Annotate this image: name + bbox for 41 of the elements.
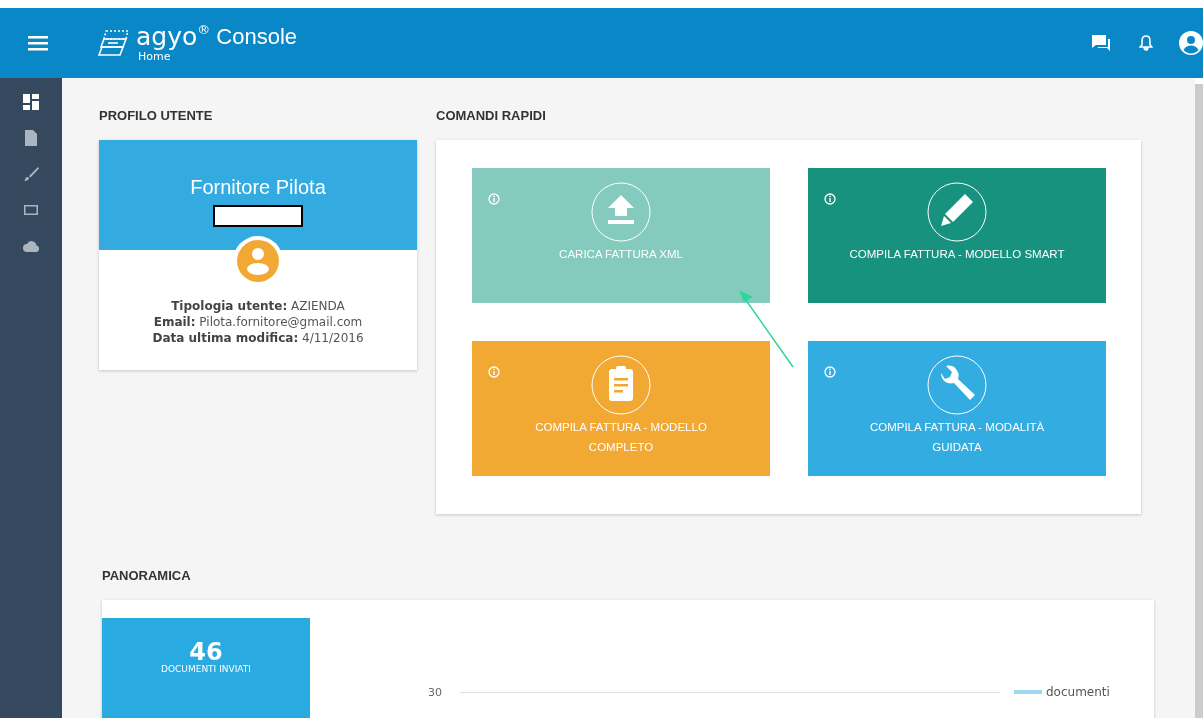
sidebar-document-icon[interactable]: [23, 130, 39, 146]
sidebar-dashboard-icon[interactable]: [23, 94, 39, 110]
section-heading: PANORAMICA: [101, 567, 192, 585]
legend-swatch-icon: [1014, 690, 1042, 694]
info-icon[interactable]: [488, 366, 500, 378]
info-icon[interactable]: [824, 366, 836, 378]
info-icon[interactable]: [824, 193, 836, 205]
wrench-icon: [927, 355, 987, 415]
profile-detail: Data ultima modifica: 4/11/2016: [152, 330, 364, 346]
axis-tick-label: 30: [428, 685, 442, 699]
quick-command-tile[interactable]: COMPILA FATTURA - MODALITÀ GUIDATA: [808, 341, 1106, 476]
quick-command-tile[interactable]: COMPILA FATTURA - MODELLO SMART: [808, 168, 1106, 303]
account-icon[interactable]: [1179, 31, 1203, 55]
tile-label: COMPILA FATTURA - MODALITÀ GUIDATA: [868, 420, 1046, 455]
clipboard-icon: [591, 355, 651, 415]
notification-bell-icon[interactable]: [1139, 35, 1153, 51]
pencil-icon: [927, 182, 987, 242]
sidebar-screen-icon[interactable]: [23, 202, 39, 218]
page-subtitle: Home: [138, 51, 172, 63]
tile-label: COMPILA FATTURA - MODELLO SMART: [849, 247, 1065, 262]
profile-detail: Email: Pilota.fornitore@gmail.com: [152, 314, 364, 330]
app-title: Console: [216, 23, 297, 51]
profile-detail: Tipologia utente: AZIENDA: [170, 298, 346, 314]
registered-mark: ®: [197, 23, 211, 37]
sidebar-brush-icon[interactable]: [23, 166, 39, 182]
sidebar-upload-icon[interactable]: [23, 238, 39, 254]
legend-label: documenti: [1046, 685, 1110, 699]
section-heading: PROFILO UTENTE: [99, 107, 214, 125]
quick-command-tile[interactable]: COMPILA FATTURA - MODELLO COMPLETO: [472, 341, 770, 476]
scrollbar[interactable]: [1195, 84, 1203, 718]
stat-value: 46: [189, 640, 223, 664]
stat-label: DOCUMENTI INVIATI: [161, 664, 251, 674]
quick-command-tile[interactable]: CARICA FATTURA XML: [472, 168, 770, 303]
tile-label: CARICA FATTURA XML: [558, 247, 684, 262]
user-name: Fornitore Pilota: [190, 176, 326, 199]
chat-icon[interactable]: [1091, 34, 1111, 52]
upload-icon: [591, 182, 651, 242]
logo-text: agyo: [136, 23, 198, 51]
tile-label: COMPILA FATTURA - MODELLO COMPLETO: [534, 420, 708, 455]
section-heading: COMANDI RAPIDI: [436, 107, 547, 125]
menu-icon[interactable]: [28, 35, 48, 51]
